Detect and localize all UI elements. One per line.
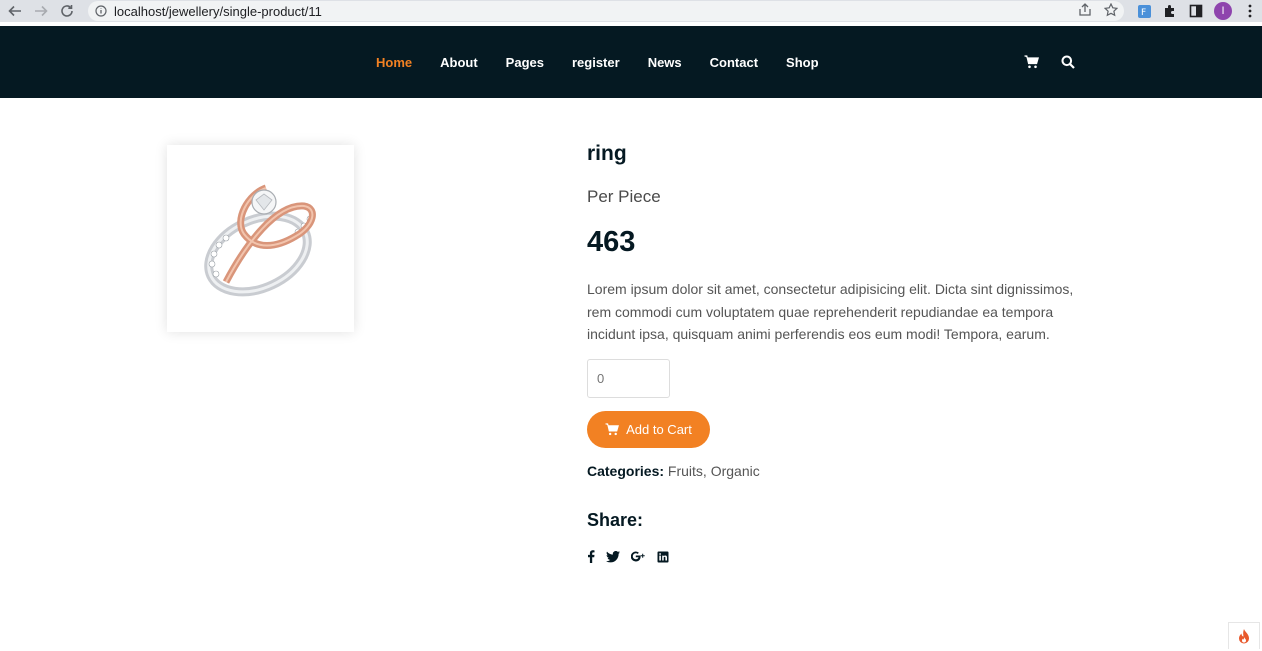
reload-icon	[61, 5, 73, 17]
twitter-icon[interactable]	[606, 550, 620, 563]
back-arrow-icon	[8, 5, 21, 17]
side-panel-icon[interactable]	[1188, 3, 1204, 19]
facebook-icon[interactable]	[587, 550, 595, 563]
share-page-icon[interactable]	[1078, 3, 1092, 22]
profile-avatar[interactable]: I	[1214, 2, 1232, 20]
add-to-cart-button[interactable]: Add to Cart	[587, 411, 710, 448]
browser-toolbar: localhost/jewellery/single-product/11 F …	[0, 0, 1262, 22]
reload-button[interactable]	[54, 0, 80, 22]
linkedin-icon[interactable]	[657, 551, 669, 563]
share-heading: Share:	[587, 510, 644, 530]
cart-icon[interactable]	[1024, 55, 1039, 69]
url-text: localhost/jewellery/single-product/11	[114, 3, 322, 19]
debug-toolbar-button[interactable]	[1228, 622, 1260, 649]
product-unit: Per Piece	[587, 187, 661, 206]
product-image	[167, 145, 354, 332]
quantity-input[interactable]	[587, 359, 670, 398]
svg-text:F: F	[1141, 8, 1146, 18]
social-share-links	[587, 550, 669, 563]
nav-home[interactable]: Home	[362, 55, 426, 70]
google-plus-icon[interactable]	[631, 551, 646, 562]
product-price: 463	[587, 226, 636, 258]
nav-pages[interactable]: Pages	[492, 55, 558, 70]
product-categories: Categories: Fruits, Organic	[587, 463, 760, 479]
forward-arrow-icon	[35, 5, 48, 17]
add-to-cart-label: Add to Cart	[626, 422, 692, 437]
nav-shop[interactable]: Shop	[772, 55, 833, 70]
ring-image	[203, 184, 316, 296]
bookmark-star-icon[interactable]	[1103, 2, 1119, 22]
flame-icon	[1239, 628, 1249, 643]
product-description: Lorem ipsum dolor sit amet, consectetur …	[587, 281, 1074, 342]
cart-icon	[605, 423, 620, 436]
product-title: ring	[587, 142, 627, 165]
categories-value: Fruits, Organic	[667, 463, 760, 479]
site-header: Home About Pages register News Contact S…	[0, 26, 1262, 98]
nav-about[interactable]: About	[426, 55, 492, 70]
nav-register[interactable]: register	[558, 55, 634, 70]
puzzle-extensions-icon[interactable]	[1162, 3, 1178, 19]
main-nav: Home About Pages register News Contact S…	[362, 26, 833, 98]
search-icon[interactable]	[1061, 55, 1075, 69]
more-menu-icon[interactable]	[1242, 3, 1258, 19]
nav-contact[interactable]: Contact	[696, 55, 772, 70]
nav-news[interactable]: News	[634, 55, 696, 70]
categories-label: Categories:	[587, 463, 665, 479]
forward-button[interactable]	[28, 0, 54, 22]
extension-icon[interactable]: F	[1136, 3, 1152, 19]
site-info-icon[interactable]	[95, 5, 107, 17]
back-button[interactable]	[2, 0, 28, 22]
address-bar[interactable]: localhost/jewellery/single-product/11	[88, 1, 1124, 21]
